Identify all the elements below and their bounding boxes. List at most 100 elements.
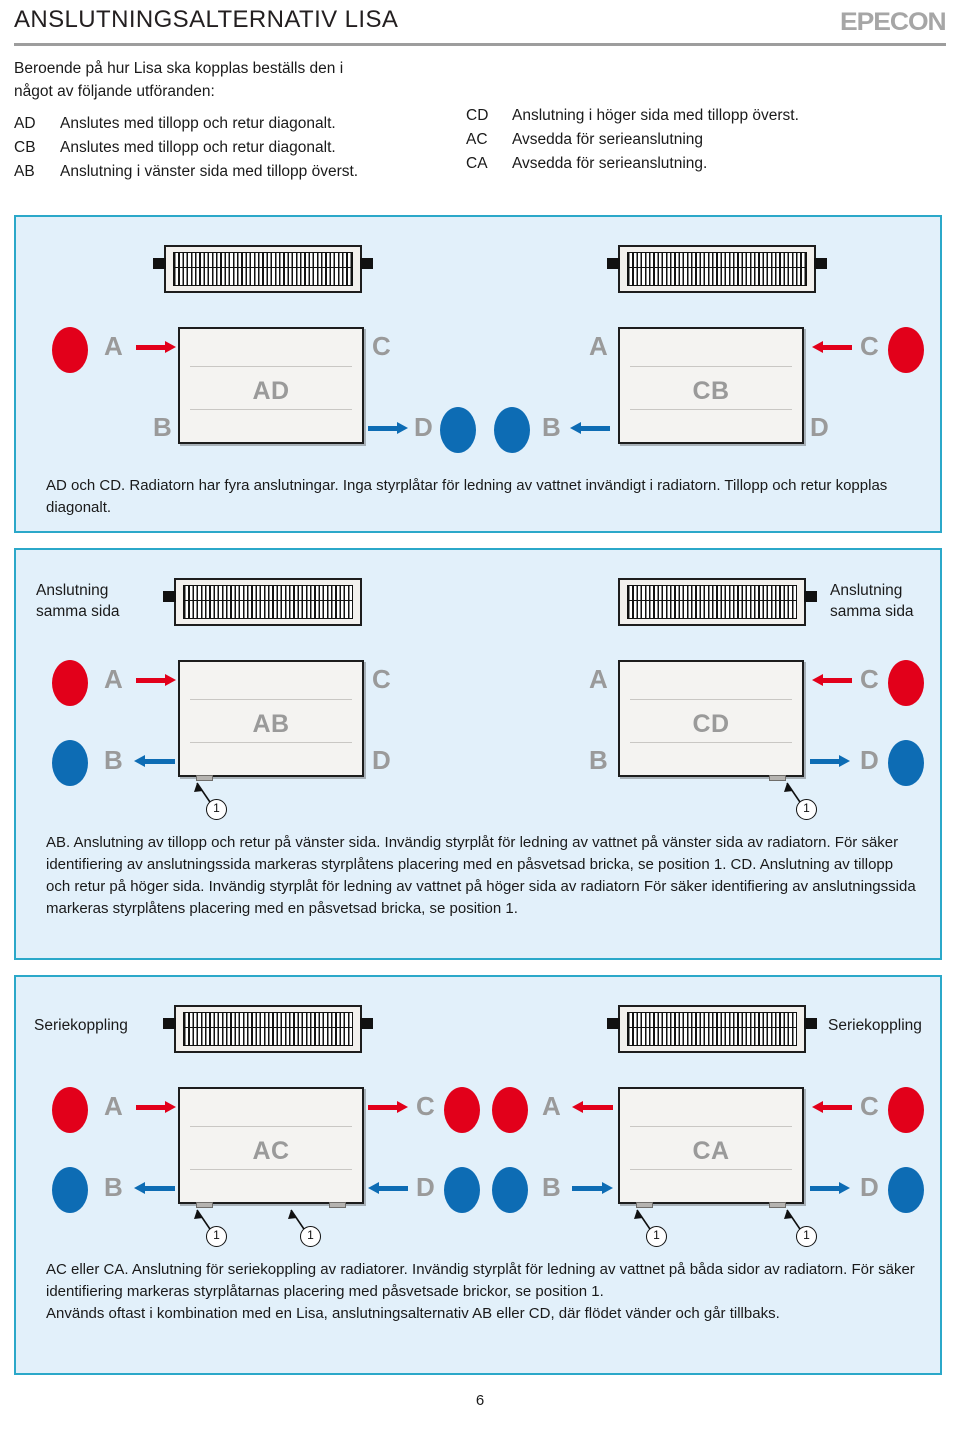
flow-arrow-a-in: [136, 341, 176, 353]
port-label-c: C: [372, 664, 391, 694]
port-label-d: D: [860, 745, 879, 775]
radiator-seam-upper: [190, 1126, 352, 1127]
position-callout-left: 1: [624, 1205, 684, 1247]
flow-arrow-b-out: [134, 755, 176, 767]
callout-number: 1: [646, 1226, 667, 1247]
port-label-d: D: [810, 412, 829, 442]
code-key: AB: [14, 163, 35, 180]
position-callout-left: 1: [184, 1205, 244, 1247]
code-key: CD: [466, 107, 489, 124]
flow-arrow-b-in: [570, 422, 612, 434]
unit-label: CB: [692, 377, 730, 405]
radiator-top-view: [153, 245, 373, 293]
port-label-b: B: [153, 412, 172, 442]
supply-marker-a: [52, 327, 88, 373]
radiator-front-view: CA: [618, 1087, 804, 1208]
radiator-seam-upper: [630, 1126, 792, 1127]
radiator-front-view: CB: [618, 327, 804, 444]
unit-label: AB: [252, 710, 290, 738]
port-label-c: C: [372, 331, 391, 361]
document-page: ANSLUTNINGSALTERNATIV LISA EPECON Beroen…: [0, 0, 960, 1432]
unit-label: AC: [252, 1137, 290, 1165]
code-text: Anslutning i vänster sida med tillopp öv…: [60, 163, 359, 180]
panel-caption: AB. Anslutning av tillopp och retur på v…: [46, 834, 916, 917]
port-label-b: B: [542, 1172, 561, 1202]
supply-marker-c: [888, 327, 924, 373]
unit-label: CD: [692, 710, 730, 738]
radiator-seam-lower: [630, 409, 792, 410]
flow-arrow-d-out: [810, 755, 852, 767]
diagram-panel-ac-ca: Seriekoppling AC A C B D 1 1 Seriekoppli…: [14, 975, 942, 1375]
code-column-left: AD Anslutes med tillopp och retur diagon…: [14, 112, 484, 184]
port-label-b: B: [104, 1172, 123, 1202]
supply-marker-c: [888, 660, 924, 706]
return-marker-d: [888, 740, 924, 786]
radiator-front-view: AB: [178, 660, 364, 781]
return-marker-b: [52, 740, 88, 786]
radiator-seam-upper: [190, 366, 352, 367]
flow-arrow-d-out: [810, 1182, 852, 1194]
side-note-right: Seriekoppling: [828, 1017, 922, 1034]
connection-tab-right-icon: [814, 258, 827, 269]
port-label-a: A: [104, 331, 123, 361]
callout-number: 1: [796, 799, 817, 820]
port-label-d: D: [416, 1172, 435, 1202]
position-callout-right: 1: [774, 1205, 834, 1247]
header-divider: [14, 43, 946, 46]
port-label-b: B: [104, 745, 123, 775]
unit-label: AD: [252, 377, 290, 405]
connection-tab-left-icon: [163, 591, 176, 602]
code-key: AD: [14, 115, 36, 132]
code-row-ca: CA Avsedda för serieanslutning.: [466, 152, 946, 176]
callout-number: 1: [206, 1226, 227, 1247]
radiator-grille-lower: [627, 1027, 797, 1046]
radiator-front-view: AD: [178, 327, 364, 444]
code-row-cd: CD Anslutning i höger sida med tillopp ö…: [466, 104, 946, 128]
supply-marker-a: [52, 1087, 88, 1133]
port-label-c: C: [860, 331, 879, 361]
radiator-top-view: [607, 1005, 817, 1053]
port-label-d: D: [414, 412, 433, 442]
return-marker-b: [52, 1167, 88, 1213]
port-label-a: A: [104, 1091, 123, 1121]
connection-tab-right-icon: [360, 1018, 373, 1029]
port-label-a: A: [104, 664, 123, 694]
radiator-seam-lower: [630, 742, 792, 743]
radiator-top-view: [163, 578, 362, 626]
callout-number: 1: [796, 1226, 817, 1247]
flow-arrow-a-in: [136, 674, 176, 686]
code-row-ad: AD Anslutes med tillopp och retur diagon…: [14, 112, 484, 136]
radiator-top-view: [607, 245, 827, 293]
connection-tab-left-icon: [153, 258, 166, 269]
radiator-seam-lower: [630, 1169, 792, 1170]
connection-tab-left-icon: [163, 1018, 176, 1029]
page-number: 6: [475, 1392, 485, 1409]
port-label-d: D: [372, 745, 391, 775]
position-callout: 1: [184, 778, 244, 820]
radiator-seam-upper: [190, 699, 352, 700]
code-row-cb: CB Anslutes med tillopp och retur diagon…: [14, 136, 484, 160]
radiator-seam-lower: [190, 742, 352, 743]
side-note-left: Seriekoppling: [34, 1017, 128, 1034]
return-marker-b: [494, 407, 530, 453]
flow-arrow-d-in: [368, 1182, 410, 1194]
code-text: Avsedda för serieanslutning: [512, 131, 704, 148]
flow-arrow-d-out: [368, 422, 408, 434]
position-callout-right: 1: [278, 1205, 338, 1247]
connection-tab-right-icon: [804, 1018, 817, 1029]
connection-tab-left-icon: [607, 258, 620, 269]
radiator-front-view: AC: [178, 1087, 364, 1208]
flow-arrow-c-in: [812, 674, 854, 686]
panel-caption: AD och CD. Radiatorn har fyra anslutning…: [46, 477, 888, 516]
flow-arrow-c-in: [812, 1101, 854, 1113]
flow-arrow-a-in: [136, 1101, 176, 1113]
radiator-grille-lower: [183, 600, 353, 619]
code-key: CB: [14, 139, 36, 156]
position-callout: 1: [774, 778, 834, 820]
supply-marker-c: [888, 1087, 924, 1133]
port-label-a: A: [589, 331, 608, 361]
radiator-seam-lower: [190, 409, 352, 410]
return-marker-d: [440, 407, 476, 453]
code-row-ab: AB Anslutning i vänster sida med tillopp…: [14, 160, 484, 184]
page-title: ANSLUTNINGSALTERNATIV LISA: [14, 6, 399, 33]
